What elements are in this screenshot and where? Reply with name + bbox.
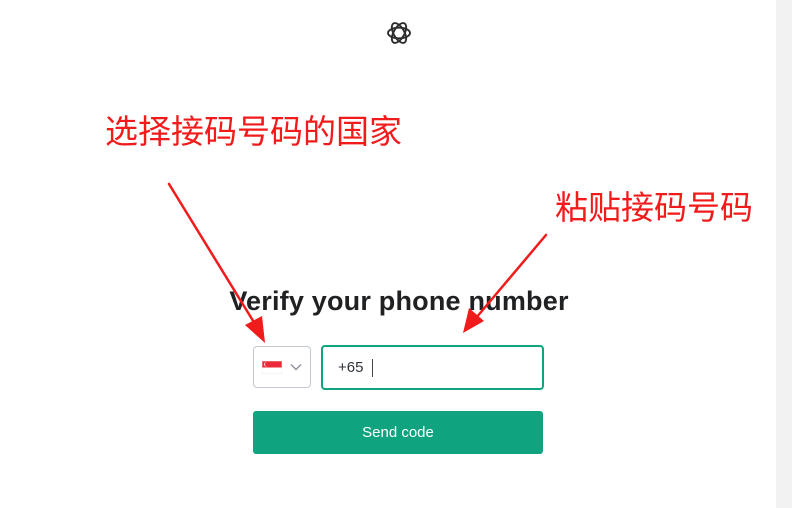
- text-cursor: [372, 358, 374, 377]
- annotation-paste-number: 粘贴接码号码: [555, 188, 753, 227]
- openai-logo-icon: [387, 22, 411, 44]
- singapore-flag-icon: [262, 360, 282, 374]
- phone-number-input[interactable]: +65: [321, 345, 544, 390]
- country-select[interactable]: [253, 346, 311, 388]
- phone-number-value: +65: [338, 359, 364, 376]
- window-edge: [776, 0, 792, 508]
- page-title: Verify your phone number: [229, 286, 569, 316]
- chevron-down-icon: [290, 364, 302, 371]
- annotation-select-country: 选择接码号码的国家: [105, 112, 402, 151]
- send-code-button[interactable]: Send code: [253, 411, 543, 454]
